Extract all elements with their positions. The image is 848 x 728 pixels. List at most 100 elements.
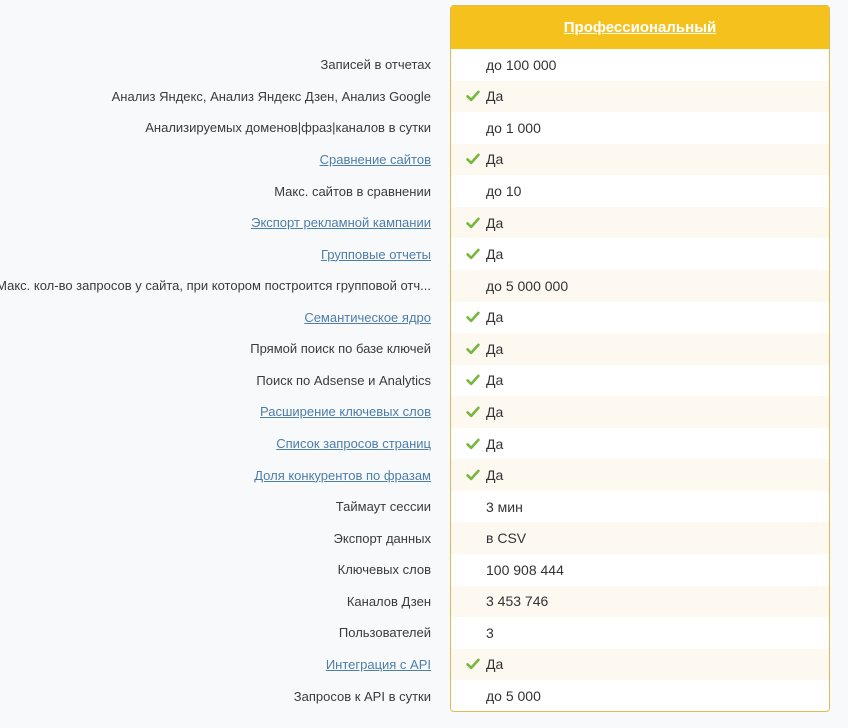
feature-label: Записей в отчетах [320, 57, 431, 72]
feature-label-row: Таймаут сессии [0, 491, 431, 523]
feature-link[interactable]: Расширение ключевых слов [260, 404, 431, 419]
plan-value-row: Да [451, 649, 829, 681]
feature-label-row: Прямой поиск по базе ключей [0, 333, 431, 365]
feature-label-row: Интеграция с API [0, 649, 431, 681]
plan-value: 3 453 746 [486, 593, 548, 609]
feature-label: Экспорт данных [334, 531, 431, 546]
feature-label-row: Поиск по Adsense и Analytics [0, 365, 431, 397]
plan-header: Профессиональный [451, 6, 829, 49]
feature-label-row: Экспорт данных [0, 522, 431, 554]
plan-value-row: Да [451, 207, 829, 239]
plan-value: Да [486, 372, 503, 388]
feature-label: Анализ Яндекс, Анализ Яндекс Дзен, Анали… [112, 89, 431, 104]
plan-value-row: до 100 000 [451, 49, 829, 81]
plan-value: Да [486, 215, 503, 231]
feature-labels-column: Записей в отчетах Анализ Яндекс, Анализ Я… [0, 49, 431, 712]
plan-value: до 5 000 [486, 688, 541, 704]
plan-value-row: 100 908 444 [451, 554, 829, 586]
feature-label: Ключевых слов [338, 562, 431, 577]
feature-label-row: Пользователей [0, 617, 431, 649]
plan-value: Да [486, 467, 503, 483]
plan-value: Да [486, 656, 503, 672]
checkmark-icon [466, 438, 486, 450]
feature-label-row: Доля конкурентов по фразам [0, 459, 431, 491]
plan-value: до 100 000 [486, 57, 556, 73]
plan-value: Да [486, 246, 503, 262]
plan-value: 3 [486, 625, 494, 641]
feature-link[interactable]: Список запросов страниц [276, 436, 431, 451]
checkmark-icon [466, 217, 486, 229]
checkmark-icon [466, 153, 486, 165]
checkmark-icon [466, 658, 486, 670]
feature-label: Каналов Дзен [347, 594, 431, 609]
plan-value: до 1 000 [486, 120, 541, 136]
plan-value-row: 3 [451, 617, 829, 649]
feature-link[interactable]: Интеграция с API [326, 657, 431, 672]
feature-label-row: Анализируемых доменов|фраз|каналов в сут… [0, 112, 431, 144]
checkmark-icon [466, 406, 486, 418]
plan-value: 100 908 444 [486, 562, 564, 578]
plan-title-link[interactable]: Профессиональный [564, 19, 717, 36]
plan-value-row: 3 мин [451, 491, 829, 523]
feature-label-row: Макс. кол-во запросов у сайта, при котор… [0, 270, 431, 302]
plan-value-row: Да [451, 365, 829, 397]
plan-value-row: Да [451, 81, 829, 113]
plan-value: Да [486, 341, 503, 357]
plan-value-row: 3 453 746 [451, 586, 829, 618]
plan-value: в CSV [486, 530, 526, 546]
feature-label: Поиск по Adsense и Analytics [256, 373, 431, 388]
feature-link[interactable]: Доля конкурентов по фразам [254, 468, 431, 483]
checkmark-icon [466, 374, 486, 386]
feature-label-row: Запросов к API в сутки [0, 680, 431, 712]
checkmark-icon [466, 90, 486, 102]
plan-value-row: до 1 000 [451, 112, 829, 144]
plan-value: Да [486, 88, 503, 104]
checkmark-icon [466, 343, 486, 355]
feature-link[interactable]: Семантическое ядро [304, 310, 431, 325]
feature-label: Анализируемых доменов|фраз|каналов в сут… [145, 120, 431, 135]
feature-label-row: Список запросов страниц [0, 428, 431, 460]
plan-value-row: Да [451, 144, 829, 176]
plan-value-row: в CSV [451, 522, 829, 554]
feature-label: Прямой поиск по базе ключей [250, 341, 431, 356]
feature-label-row: Анализ Яндекс, Анализ Яндекс Дзен, Анали… [0, 81, 431, 113]
feature-link[interactable]: Групповые отчеты [321, 247, 431, 262]
feature-label-row: Сравнение сайтов [0, 144, 431, 176]
plan-value: Да [486, 151, 503, 167]
plan-value: 3 мин [486, 499, 523, 515]
feature-label: Макс. сайтов в сравнении [274, 184, 431, 199]
plan-value: до 10 [486, 183, 521, 199]
plan-value-row: Да [451, 238, 829, 270]
plan-value: до 5 000 000 [486, 278, 568, 294]
plan-value-row: Да [451, 333, 829, 365]
feature-label-row: Групповые отчеты [0, 238, 431, 270]
feature-label-row: Записей в отчетах [0, 49, 431, 81]
feature-label: Макс. кол-во запросов у сайта, при котор… [0, 278, 431, 293]
checkmark-icon [466, 248, 486, 260]
feature-label-row: Экспорт рекламной кампании [0, 207, 431, 239]
plan-value-row: Да [451, 459, 829, 491]
plan-card: Профессиональный до 100 000Дадо 1 000Дад… [450, 5, 830, 712]
feature-label: Пользователей [339, 625, 431, 640]
feature-label-row: Семантическое ядро [0, 302, 431, 334]
plan-value: Да [486, 404, 503, 420]
feature-label-row: Ключевых слов [0, 554, 431, 586]
plan-value: Да [486, 309, 503, 325]
plan-value-row: Да [451, 396, 829, 428]
plan-value-row: до 10 [451, 175, 829, 207]
checkmark-icon [466, 311, 486, 323]
feature-label-row: Макс. сайтов в сравнении [0, 175, 431, 207]
plan-value-row: Да [451, 302, 829, 334]
feature-link[interactable]: Сравнение сайтов [320, 152, 431, 167]
feature-label: Запросов к API в сутки [294, 689, 431, 704]
plan-value-row: Да [451, 428, 829, 460]
feature-label-row: Каналов Дзен [0, 586, 431, 618]
plan-value: Да [486, 436, 503, 452]
feature-label-row: Расширение ключевых слов [0, 396, 431, 428]
feature-link[interactable]: Экспорт рекламной кампании [251, 215, 431, 230]
plan-value-row: до 5 000 000 [451, 270, 829, 302]
checkmark-icon [466, 469, 486, 481]
feature-label: Таймаут сессии [336, 499, 431, 514]
plan-value-row: до 5 000 [451, 680, 829, 712]
plan-values-column: до 100 000 Да до 1 000 Да до 10 Да Да до 5 000 … [451, 49, 829, 712]
